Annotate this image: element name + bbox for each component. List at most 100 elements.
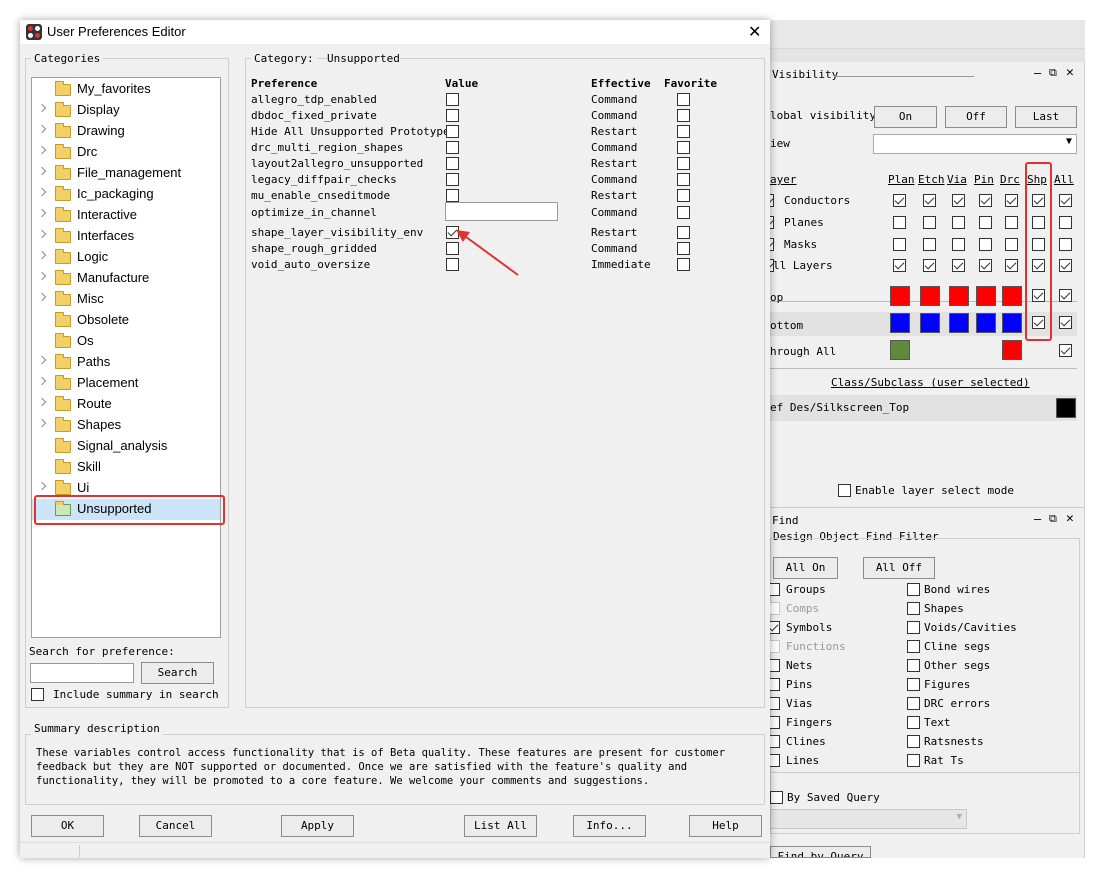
find-filter-checkbox[interactable]: [907, 716, 920, 729]
preference-favorite-checkbox[interactable]: [677, 189, 690, 202]
enable-layer-select-checkbox[interactable]: [838, 484, 851, 497]
preference-favorite-checkbox[interactable]: [677, 206, 690, 219]
visibility-checkbox[interactable]: [979, 194, 992, 207]
close-icon[interactable]: ✕: [1066, 511, 1074, 526]
visibility-checkbox[interactable]: [1059, 344, 1072, 357]
find-filter-checkbox[interactable]: [907, 640, 920, 653]
preference-favorite-checkbox[interactable]: [677, 125, 690, 138]
visibility-checkbox[interactable]: [952, 259, 965, 272]
visibility-checkbox[interactable]: [979, 259, 992, 272]
visibility-checkbox[interactable]: [1005, 259, 1018, 272]
ref-des-color-swatch[interactable]: [1056, 398, 1076, 418]
tree-item[interactable]: Interfaces: [32, 226, 220, 247]
through-all-color-swatch[interactable]: [890, 340, 910, 360]
chevron-right-icon[interactable]: [37, 481, 47, 491]
cancel-button[interactable]: Cancel: [139, 815, 212, 837]
preference-favorite-checkbox[interactable]: [677, 258, 690, 271]
preference-favorite-checkbox[interactable]: [677, 173, 690, 186]
preference-value-checkbox[interactable]: [446, 189, 459, 202]
tree-item[interactable]: Shapes: [32, 415, 220, 436]
tree-item[interactable]: Signal_analysis: [32, 436, 220, 457]
ok-button[interactable]: OK: [31, 815, 104, 837]
view-dropdown[interactable]: ▼: [873, 134, 1077, 154]
tree-item[interactable]: Os: [32, 331, 220, 352]
apply-button[interactable]: Apply: [281, 815, 354, 837]
preference-value-checkbox[interactable]: [446, 109, 459, 122]
visibility-checkbox[interactable]: [1059, 316, 1072, 329]
find-filter-checkbox[interactable]: [907, 583, 920, 596]
layer-color-swatch[interactable]: [976, 286, 996, 306]
tree-item[interactable]: Display: [32, 100, 220, 121]
chevron-right-icon[interactable]: [37, 271, 47, 281]
find-all-off-button[interactable]: All Off: [863, 557, 935, 579]
layer-color-swatch[interactable]: [890, 286, 910, 306]
tree-item[interactable]: Obsolete: [32, 310, 220, 331]
chevron-right-icon[interactable]: [37, 166, 47, 176]
close-icon[interactable]: ✕: [748, 22, 761, 42]
layer-color-swatch[interactable]: [1002, 286, 1022, 306]
saved-query-dropdown[interactable]: ▼: [770, 809, 967, 829]
preference-value-checkbox[interactable]: [446, 157, 459, 170]
visibility-checkbox[interactable]: [979, 238, 992, 251]
chevron-right-icon[interactable]: [37, 250, 47, 260]
visibility-checkbox[interactable]: [952, 194, 965, 207]
layer-color-swatch[interactable]: [1002, 313, 1022, 333]
preference-value-checkbox[interactable]: [446, 125, 459, 138]
tree-item[interactable]: Paths: [32, 352, 220, 373]
chevron-right-icon[interactable]: [37, 292, 47, 302]
tree-item[interactable]: Interactive: [32, 205, 220, 226]
preference-favorite-checkbox[interactable]: [677, 93, 690, 106]
find-all-on-button[interactable]: All On: [773, 557, 838, 579]
chevron-right-icon[interactable]: [37, 418, 47, 428]
layer-color-swatch[interactable]: [949, 313, 969, 333]
tree-item[interactable]: Logic: [32, 247, 220, 268]
layer-color-swatch[interactable]: [890, 313, 910, 333]
preference-value-checkbox[interactable]: [446, 93, 459, 106]
visibility-checkbox[interactable]: [1059, 194, 1072, 207]
restore-icon[interactable]: ⧉: [1049, 512, 1057, 526]
find-filter-checkbox[interactable]: [907, 697, 920, 710]
visibility-checkbox[interactable]: [923, 194, 936, 207]
preference-value-checkbox[interactable]: [446, 141, 459, 154]
find-filter-checkbox[interactable]: [907, 659, 920, 672]
find-filter-checkbox[interactable]: [907, 621, 920, 634]
chevron-right-icon[interactable]: [37, 355, 47, 365]
visibility-checkbox[interactable]: [1005, 216, 1018, 229]
preference-favorite-checkbox[interactable]: [677, 242, 690, 255]
visibility-checkbox[interactable]: [1059, 289, 1072, 302]
tree-item[interactable]: File_management: [32, 163, 220, 184]
chevron-right-icon[interactable]: [37, 397, 47, 407]
visibility-checkbox[interactable]: [923, 238, 936, 251]
visibility-checkbox[interactable]: [1005, 194, 1018, 207]
preference-favorite-checkbox[interactable]: [677, 141, 690, 154]
layer-color-swatch[interactable]: [949, 286, 969, 306]
by-saved-query-checkbox[interactable]: [770, 791, 783, 804]
layer-color-swatch[interactable]: [920, 286, 940, 306]
find-by-query-button[interactable]: Find by Query: [770, 846, 871, 858]
visibility-on-button[interactable]: On: [874, 106, 937, 128]
through-all-drc-color-swatch[interactable]: [1002, 340, 1022, 360]
visibility-off-button[interactable]: Off: [945, 106, 1007, 128]
preference-value-checkbox[interactable]: [446, 173, 459, 186]
tree-item[interactable]: Drc: [32, 142, 220, 163]
chevron-right-icon[interactable]: [37, 187, 47, 197]
preference-favorite-checkbox[interactable]: [677, 226, 690, 239]
minimize-icon[interactable]: –: [1034, 512, 1041, 526]
visibility-checkbox[interactable]: [979, 216, 992, 229]
help-button[interactable]: Help: [689, 815, 762, 837]
tree-item[interactable]: Ic_packaging: [32, 184, 220, 205]
find-filter-checkbox[interactable]: [907, 735, 920, 748]
chevron-right-icon[interactable]: [37, 145, 47, 155]
visibility-checkbox[interactable]: [893, 194, 906, 207]
tree-item[interactable]: Route: [32, 394, 220, 415]
tree-item[interactable]: Placement: [32, 373, 220, 394]
chevron-right-icon[interactable]: [37, 229, 47, 239]
find-filter-checkbox[interactable]: [907, 754, 920, 767]
visibility-checkbox[interactable]: [952, 238, 965, 251]
minimize-icon[interactable]: –: [1034, 66, 1041, 80]
chevron-right-icon[interactable]: [37, 124, 47, 134]
info-button[interactable]: Info...: [573, 815, 646, 837]
chevron-right-icon[interactable]: [37, 103, 47, 113]
restore-icon[interactable]: ⧉: [1049, 66, 1057, 80]
chevron-right-icon[interactable]: [37, 376, 47, 386]
